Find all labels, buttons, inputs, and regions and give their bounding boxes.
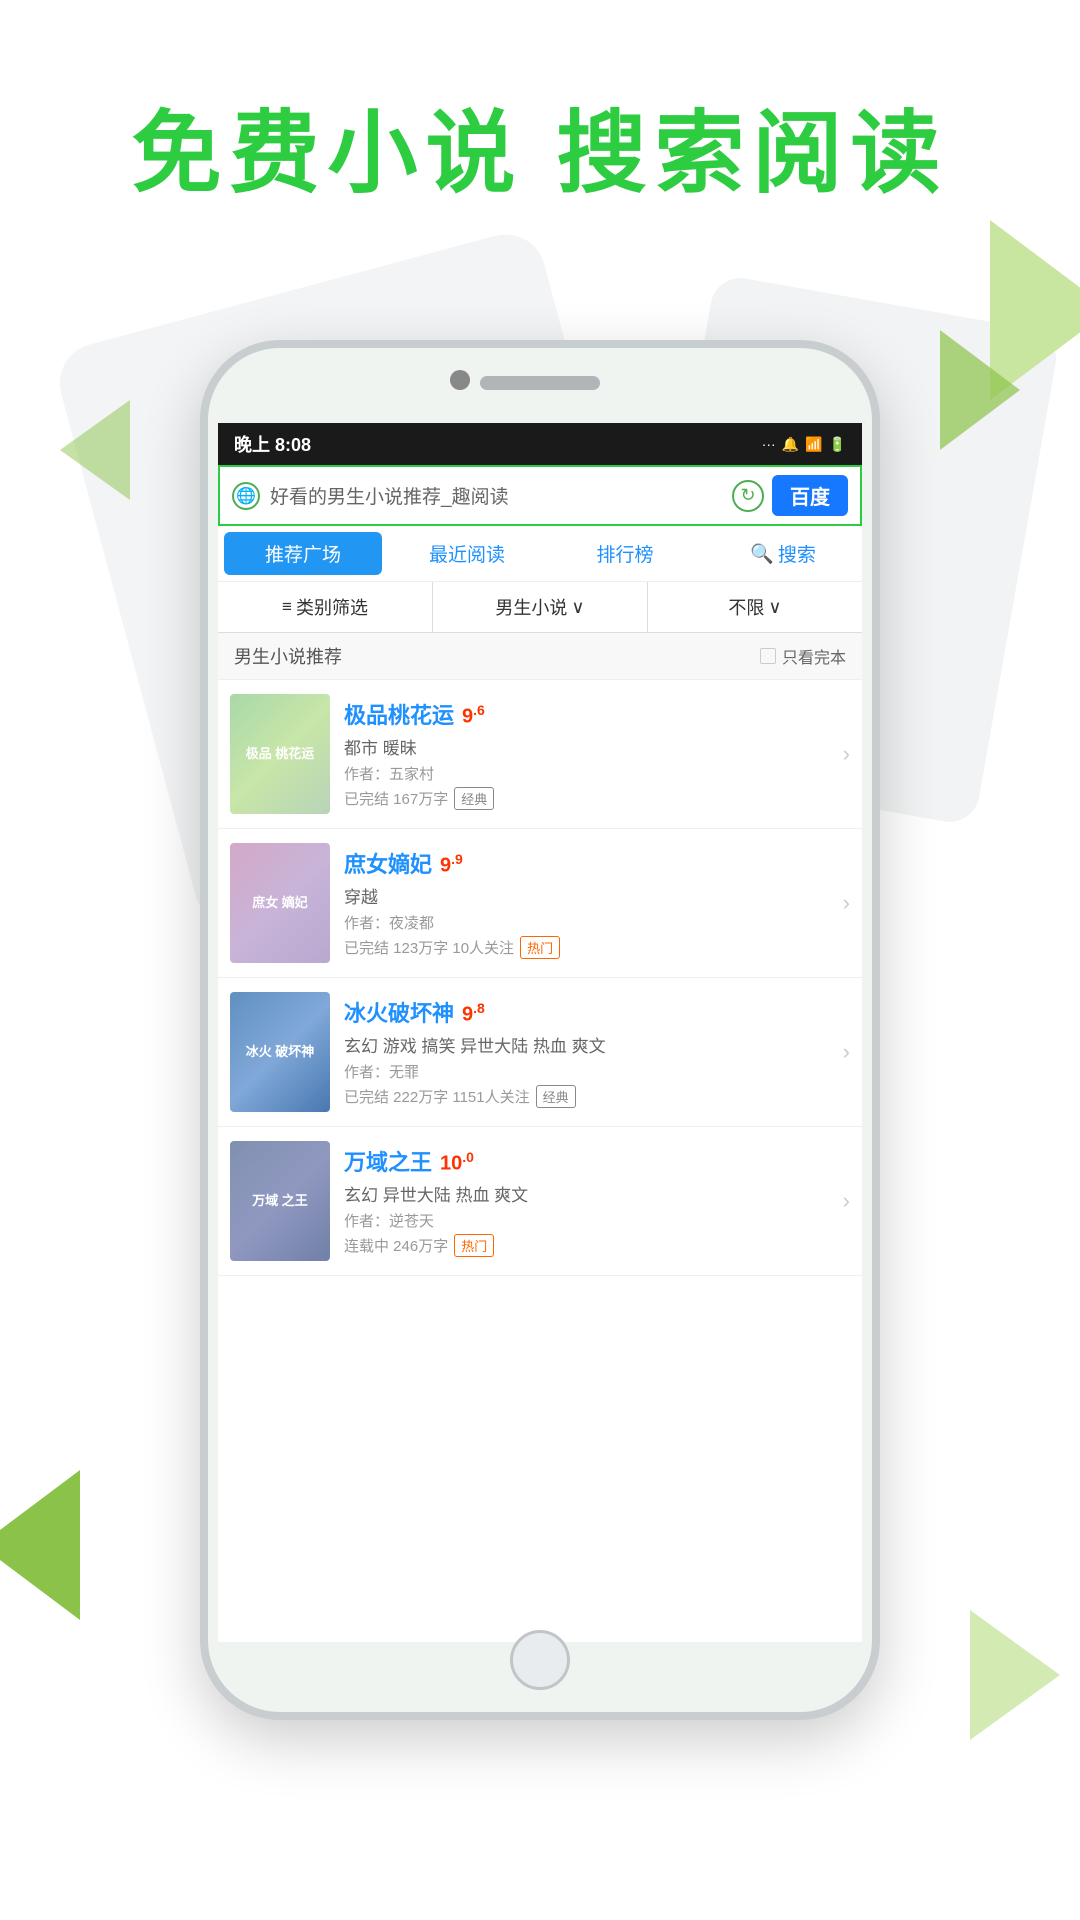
nav-tabs: 推荐广场 最近阅读 排行榜 🔍 搜索 [218, 526, 862, 582]
phone-body: 晚上 8:08 ··· 🔔 📶 🔋 🌐 好看的男生小说推荐_趣阅读 ↻ 百度 推… [200, 340, 880, 1720]
book-tag-2: 经典 [536, 1085, 576, 1108]
signal-dots: ··· [762, 436, 776, 452]
book-meta-0: 已完结 167万字经典 [344, 787, 829, 810]
status-bar: 晚上 8:08 ··· 🔔 📶 🔋 [218, 423, 862, 465]
status-icons: ··· 🔔 📶 🔋 [762, 436, 846, 453]
book-info-0: 极品桃花运 9.6 都市 暖昧 作者：五家村 已完结 167万字经典 [344, 698, 829, 810]
book-list: 极品 桃花运 极品桃花运 9.6 都市 暖昧 作者：五家村 已完结 167万字经… [218, 680, 862, 1276]
header: 免费小说 搜索阅读 [0, 80, 1080, 210]
book-title-2: 冰火破坏神 [344, 996, 454, 1028]
globe-icon: 🌐 [232, 482, 260, 510]
book-genre-1: 穿越 [344, 883, 829, 908]
book-tag-1: 热门 [520, 936, 560, 959]
phone-speaker [480, 376, 600, 390]
search-bar[interactable]: 🌐 好看的男生小说推荐_趣阅读 ↻ 百度 [218, 465, 862, 526]
book-cover-1: 庶女 嫡妃 [230, 843, 330, 963]
bg-triangle-3 [0, 1470, 80, 1620]
book-info-3: 万域之王 10.0 玄幻 异世大陆 热血 爽文 作者：逆苍天 连载中 246万字… [344, 1145, 829, 1257]
tab-search[interactable]: 🔍 搜索 [704, 526, 862, 581]
baidu-button[interactable]: 百度 [772, 475, 848, 516]
only-complete-checkbox[interactable] [760, 648, 776, 664]
search-icon-small: 🔍 [750, 542, 774, 566]
status-time: 晚上 8:08 [234, 431, 311, 457]
chevron-right-icon-0: › [843, 741, 850, 767]
battery-icon: 🔋 [829, 436, 846, 453]
book-title-row-3: 万域之王 10.0 [344, 1145, 829, 1177]
filter-bar: ≡ 类别筛选 男生小说 ∨ 不限 ∨ [218, 582, 862, 633]
cover-image-0: 极品 桃花运 [230, 694, 330, 814]
tab-recent[interactable]: 最近阅读 [388, 526, 546, 581]
chevron-down-icon-limit: ∨ [768, 597, 781, 618]
book-meta-3: 连载中 246万字热门 [344, 1234, 829, 1257]
phone-mockup: 晚上 8:08 ··· 🔔 📶 🔋 🌐 好看的男生小说推荐_趣阅读 ↻ 百度 推… [200, 340, 880, 1720]
chevron-right-icon-3: › [843, 1188, 850, 1214]
bg-triangle-4 [970, 1610, 1060, 1740]
book-item-0[interactable]: 极品 桃花运 极品桃花运 9.6 都市 暖昧 作者：五家村 已完结 167万字经… [218, 680, 862, 829]
book-genre-3: 玄幻 异世大陆 热血 爽文 [344, 1181, 829, 1206]
book-rating-2: 9.8 [462, 1000, 485, 1027]
book-cover-2: 冰火 破坏神 [230, 992, 330, 1112]
bg-triangle-5 [60, 400, 130, 500]
chevron-right-icon-1: › [843, 890, 850, 916]
book-rating-0: 9.6 [462, 702, 485, 729]
book-meta-2: 已完结 222万字 1151人关注经典 [344, 1085, 829, 1108]
book-title-row-2: 冰火破坏神 9.8 [344, 996, 829, 1028]
filter-lines-icon: ≡ [282, 597, 292, 617]
cover-image-1: 庶女 嫡妃 [230, 843, 330, 963]
filter-limit[interactable]: 不限 ∨ [648, 582, 862, 632]
book-item-2[interactable]: 冰火 破坏神 冰火破坏神 9.8 玄幻 游戏 搞笑 异世大陆 热血 爽文 作者：… [218, 978, 862, 1127]
book-meta-1: 已完结 123万字 10人关注热门 [344, 936, 829, 959]
header-title: 免费小说 搜索阅读 [0, 80, 1080, 210]
book-title-0: 极品桃花运 [344, 698, 454, 730]
book-title-3: 万域之王 [344, 1145, 432, 1177]
phone-home-button[interactable] [510, 1630, 570, 1690]
book-tag-0: 经典 [454, 787, 494, 810]
tab-recommend[interactable]: 推荐广场 [224, 532, 382, 575]
section-title: 男生小说推荐 [234, 643, 342, 669]
bg-triangle-1 [990, 220, 1080, 400]
book-item-3[interactable]: 万域 之王 万域之王 10.0 玄幻 异世大陆 热血 爽文 作者：逆苍天 连载中… [218, 1127, 862, 1276]
phone-camera [450, 370, 470, 390]
bell-icon: 🔔 [782, 436, 799, 453]
filter-genre[interactable]: 男生小说 ∨ [433, 582, 648, 632]
book-rating-3: 10.0 [440, 1149, 474, 1176]
chevron-down-icon-genre: ∨ [571, 597, 584, 618]
book-rating-1: 9.9 [440, 851, 463, 878]
book-title-1: 庶女嫡妃 [344, 847, 432, 879]
book-title-row-1: 庶女嫡妃 9.9 [344, 847, 829, 879]
book-info-1: 庶女嫡妃 9.9 穿越 作者：夜凌都 已完结 123万字 10人关注热门 [344, 847, 829, 959]
bg-triangle-2 [940, 330, 1020, 450]
cover-image-2: 冰火 破坏神 [230, 992, 330, 1112]
book-genre-0: 都市 暖昧 [344, 734, 829, 759]
filter-category[interactable]: ≡ 类别筛选 [218, 582, 433, 632]
book-info-2: 冰火破坏神 9.8 玄幻 游戏 搞笑 异世大陆 热血 爽文 作者：无罪 已完结 … [344, 996, 829, 1108]
book-tag-3: 热门 [454, 1234, 494, 1257]
book-author-2: 作者：无罪 [344, 1061, 829, 1082]
tab-ranking[interactable]: 排行榜 [546, 526, 704, 581]
book-cover-3: 万域 之王 [230, 1141, 330, 1261]
book-cover-0: 极品 桃花运 [230, 694, 330, 814]
book-author-3: 作者：逆苍天 [344, 1210, 829, 1231]
book-author-1: 作者：夜凌都 [344, 912, 829, 933]
search-input-text[interactable]: 好看的男生小说推荐_趣阅读 [270, 482, 724, 509]
chevron-right-icon-2: › [843, 1039, 850, 1065]
book-genre-2: 玄幻 游戏 搞笑 异世大陆 热血 爽文 [344, 1032, 829, 1057]
phone-screen: 晚上 8:08 ··· 🔔 📶 🔋 🌐 好看的男生小说推荐_趣阅读 ↻ 百度 推… [218, 423, 862, 1642]
only-complete-label: 只看完本 [782, 644, 846, 668]
only-complete-filter[interactable]: 只看完本 [760, 644, 846, 668]
book-author-0: 作者：五家村 [344, 763, 829, 784]
book-item-1[interactable]: 庶女 嫡妃 庶女嫡妃 9.9 穿越 作者：夜凌都 已完结 123万字 10人关注… [218, 829, 862, 978]
refresh-icon[interactable]: ↻ [732, 480, 764, 512]
wifi-icon: 📶 [805, 436, 822, 453]
book-title-row-0: 极品桃花运 9.6 [344, 698, 829, 730]
cover-image-3: 万域 之王 [230, 1141, 330, 1261]
section-header: 男生小说推荐 只看完本 [218, 633, 862, 680]
